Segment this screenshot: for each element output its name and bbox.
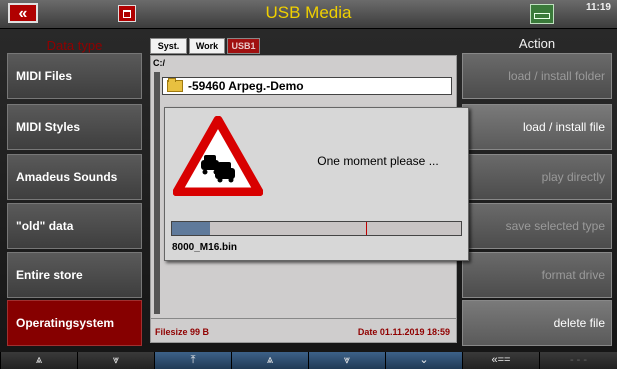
jump-top-icon[interactable]: ⤒ <box>154 352 231 369</box>
action-header: Action <box>518 36 556 51</box>
format-drive-button[interactable]: format drive <box>462 252 612 298</box>
save-selected-type-button[interactable]: save selected type <box>462 203 612 249</box>
progress-filename: 8000_M16.bin <box>172 242 238 253</box>
data-type-label: Operatingsystem <box>16 316 115 330</box>
tab-usb1[interactable]: USB1 <box>227 38 260 54</box>
clock: 11:19 <box>585 2 611 13</box>
tab-syst[interactable]: Syst. <box>150 38 187 54</box>
delete-file-button[interactable]: delete file <box>462 300 612 346</box>
progress-fill <box>172 222 210 235</box>
double-chevron-down-icon[interactable]: ⩔ <box>77 352 154 369</box>
data-type-operatingsystem[interactable]: Operatingsystem <box>7 300 142 346</box>
data-type-label: Entire store <box>16 268 83 282</box>
divider <box>151 318 456 319</box>
empty-slot-icon: - - - <box>539 352 617 369</box>
data-type-amadeus-sounds[interactable]: Amadeus Sounds <box>7 154 142 200</box>
file-size: Filesize 99 B <box>155 327 210 337</box>
tab-work[interactable]: Work <box>189 38 225 54</box>
action-label: save selected type <box>505 219 605 233</box>
progress-marker <box>365 222 367 235</box>
folder-name: -59460 Arpeg.-Demo <box>188 79 304 93</box>
data-type-old-data[interactable]: "old" data <box>7 203 142 249</box>
back-arrow-icon[interactable]: «== <box>462 352 539 369</box>
double-chevron-up-icon[interactable]: ⩓ <box>231 352 308 369</box>
action-label: delete file <box>553 316 605 330</box>
top-bar: « USB Media 11:19 <box>0 0 617 29</box>
data-type-midi-files[interactable]: MIDI Files <box>7 53 142 99</box>
current-path: C:/ <box>153 58 165 68</box>
folder-icon <box>167 78 183 92</box>
play-directly-button[interactable]: play directly <box>462 154 612 200</box>
dialog-message: One moment please ... <box>317 154 439 168</box>
page-title: USB Media <box>265 3 352 22</box>
action-label: format drive <box>541 268 605 282</box>
double-chevron-down-icon[interactable]: ⩔ <box>308 352 385 369</box>
data-type-header: Data type <box>46 38 103 53</box>
list-item[interactable]: -59460 Arpeg.-Demo <box>162 77 452 95</box>
data-type-label: "old" data <box>16 219 74 233</box>
double-chevron-up-icon[interactable]: ⩓ <box>0 352 77 369</box>
wait-dialog: One moment please ... 8000_M16.bin <box>164 107 469 261</box>
data-type-midi-styles[interactable]: MIDI Styles <box>7 104 142 150</box>
traffic-warning-icon <box>173 116 263 196</box>
data-type-label: MIDI Files <box>16 69 73 83</box>
chevron-down-icon[interactable]: ⌄ <box>385 352 462 369</box>
load-install-folder-button[interactable]: load / install folder <box>462 53 612 99</box>
usb-device-icon <box>530 4 554 24</box>
action-label: load / install file <box>522 120 605 134</box>
data-type-label: Amadeus Sounds <box>16 170 118 184</box>
load-install-file-button[interactable]: load / install file <box>462 104 612 150</box>
action-label: play directly <box>541 170 605 184</box>
data-type-label: MIDI Styles <box>16 120 81 134</box>
progress-bar <box>171 221 462 236</box>
data-type-entire-store[interactable]: Entire store <box>7 252 142 298</box>
bottom-nav: ⩓ ⩔ ⤒ ⩓ ⩔ ⌄ «== - - - <box>0 352 617 369</box>
usb-media-screen: « USB Media 11:19 Data type Action MIDI … <box>0 0 617 369</box>
action-label: load / install folder <box>508 69 605 83</box>
file-date: Date 01.11.2019 18:59 <box>357 327 450 337</box>
scrollbar[interactable] <box>154 72 160 314</box>
